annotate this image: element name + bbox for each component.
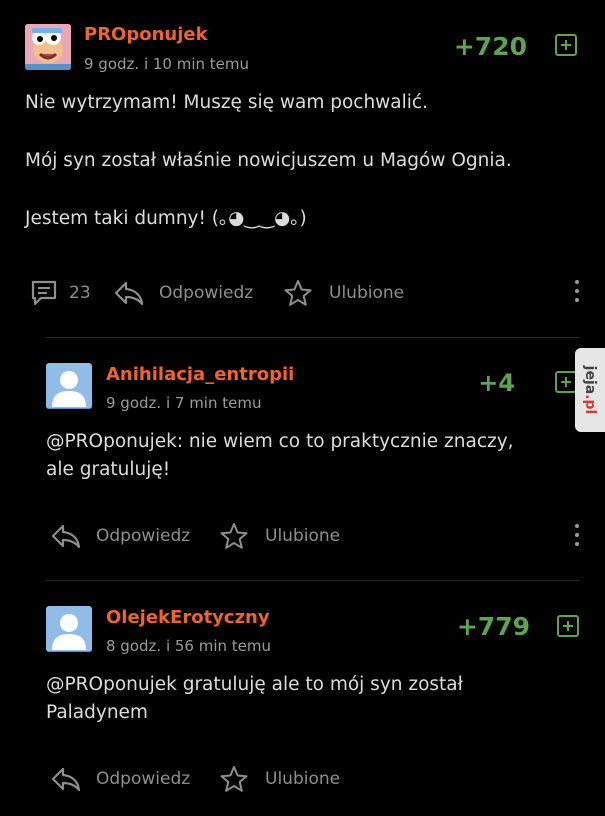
score: +779 [456, 612, 530, 641]
reply-button[interactable]: Odpowiedz [113, 279, 253, 307]
avatar[interactable] [46, 363, 92, 409]
favorite-button[interactable]: Ulubione [219, 764, 340, 794]
favorite-label: Ulubione [265, 769, 341, 789]
watermark-prefix: jeja [582, 365, 598, 395]
gumball-avatar-icon [25, 24, 71, 70]
timestamp: 9 godz. i 10 min temu [84, 55, 250, 73]
star-icon [284, 280, 312, 306]
reply-label: Odpowiedz [96, 769, 191, 789]
watermark-suffix: .pl [582, 394, 598, 415]
comment-2: Anihilacja_entropii 9 godz. i 7 min temu… [0, 338, 605, 578]
reply-label: Odpowiedz [96, 526, 191, 546]
timestamp: 8 godz. i 56 min temu [106, 637, 272, 655]
username[interactable]: OlejekErotyczny [106, 607, 270, 628]
username[interactable]: PROponujek [84, 24, 208, 45]
score: +4 [478, 369, 515, 397]
timestamp: 9 godz. i 7 min temu [106, 394, 262, 412]
comment-paragraph: Mój syn został właśnie nowicjuszem u Mag… [25, 150, 512, 171]
reply-button[interactable]: Odpowiedz [50, 765, 190, 793]
reply-button[interactable]: Odpowiedz [50, 522, 190, 550]
reply-arrow-icon [51, 767, 81, 792]
comment-text: @PROponujek gratuluję ale to mój syn zos… [46, 674, 463, 723]
favorite-label: Ulubione [265, 526, 341, 546]
favorite-button[interactable]: Ulubione [283, 278, 404, 308]
upvote-plus-button[interactable] [555, 371, 577, 393]
more-options-icon[interactable] [574, 524, 580, 551]
upvote-plus-button[interactable] [555, 34, 577, 56]
avatar[interactable] [25, 24, 71, 70]
comment-paragraph: Nie wytrzymam! Muszę się wam pochwalić. [25, 92, 428, 113]
comment-1: PROponujek 9 godz. i 10 min temu +720 Ni… [0, 0, 605, 330]
favorite-label: Ulubione [329, 283, 405, 303]
username[interactable]: Anihilacja_entropii [106, 364, 294, 385]
replies-count-button[interactable]: 23 [29, 279, 91, 307]
speech-bubble-icon [31, 280, 57, 306]
upvote-plus-button[interactable] [557, 615, 579, 637]
star-icon [220, 523, 248, 549]
comment-paragraph: Jestem taki dumny! (｡◕‿‿◕｡) [25, 208, 307, 229]
star-icon [220, 766, 248, 792]
default-user-icon [52, 614, 86, 650]
favorite-button[interactable]: Ulubione [219, 521, 340, 551]
comment-text: @PROponujek: nie wiem co to praktycznie … [46, 431, 514, 480]
watermark-logo: jeja.pl [582, 366, 598, 415]
reply-label: Odpowiedz [159, 283, 254, 303]
more-options-icon[interactable] [574, 280, 580, 307]
reply-count: 23 [69, 283, 91, 303]
reply-arrow-icon [51, 524, 81, 549]
default-user-icon [52, 371, 86, 407]
avatar[interactable] [46, 606, 92, 652]
jeja-watermark: jeja.pl [575, 348, 605, 432]
comment-3: OlejekErotyczny 8 godz. i 56 min temu +7… [0, 581, 605, 816]
score: +720 [453, 32, 527, 61]
reply-arrow-icon [114, 281, 144, 306]
